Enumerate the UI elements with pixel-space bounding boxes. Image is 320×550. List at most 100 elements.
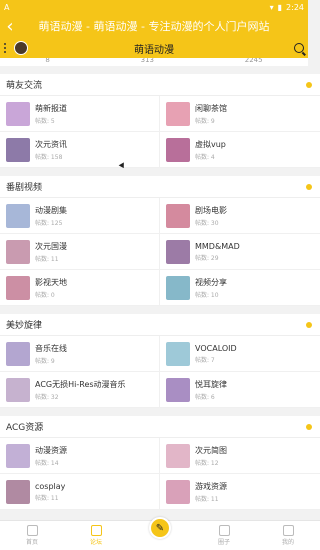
section-header: 美妙旋律 bbox=[0, 314, 320, 336]
forum-item[interactable]: 剧场电影帖数: 30 bbox=[160, 198, 320, 234]
forum-name: 影视天地 bbox=[35, 277, 67, 287]
forum-thumbnail bbox=[166, 137, 190, 162]
forum-item[interactable]: 视频分享帖数: 10 bbox=[160, 270, 320, 306]
forum-count: 帖数: 9 bbox=[35, 357, 55, 365]
section-title: 番剧视频 bbox=[6, 183, 43, 193]
nav-post[interactable]: ✎ bbox=[128, 517, 192, 550]
forum-count: 帖数: 11 bbox=[35, 494, 59, 502]
forum-name: 虚拟vup bbox=[195, 139, 226, 149]
forum-name: 次元国漫 bbox=[35, 241, 67, 251]
forum-name: 次元简图 bbox=[195, 445, 227, 455]
app-header: 萌语动漫 bbox=[0, 38, 308, 58]
forum-count: 帖数: 125 bbox=[35, 219, 63, 227]
forum-name: 闲聊茶馆 bbox=[195, 103, 227, 113]
forum-name: 动漫剧集 bbox=[35, 205, 67, 215]
forum-thumbnail bbox=[6, 101, 30, 126]
forum-item[interactable]: 萌新报道帖数: 5 bbox=[0, 96, 160, 132]
forum-count: 帖数: 5 bbox=[35, 117, 55, 125]
forum-item[interactable]: 次元国漫帖数: 11 bbox=[0, 234, 160, 270]
stat-value: 2245 bbox=[244, 58, 263, 64]
forum-item[interactable]: 闲聊茶馆帖数: 9 bbox=[160, 96, 320, 132]
section-dot-icon bbox=[306, 423, 312, 430]
forum-thumbnail bbox=[6, 239, 30, 264]
nav-forum[interactable]: 论坛 bbox=[64, 521, 128, 550]
forum-count: 帖数: 7 bbox=[195, 356, 215, 364]
nav-label: 圈子 bbox=[217, 539, 230, 546]
forum-list: 萌友交流 萌新报道帖数: 5 闲聊茶馆帖数: 9 次元资讯 帖数: 158 虚拟v… bbox=[0, 66, 320, 520]
stat-value: 8 bbox=[45, 58, 50, 64]
forum-item[interactable]: MMD&MAD 帖数: 29 bbox=[160, 234, 320, 270]
forum-thumbnail bbox=[166, 341, 190, 366]
section-header: 萌友交流 bbox=[0, 74, 320, 96]
forum-item[interactable]: cosplay 帖数: 11 bbox=[0, 474, 160, 510]
section-acg: ACG资源 动漫资源帖数: 14 次元简图 帖数: 12 cosplay 帖数: 1… bbox=[0, 416, 320, 510]
forum-thumbnail bbox=[6, 341, 30, 366]
nav-circle[interactable]: 圈子 bbox=[192, 521, 256, 550]
forum-name: 视频分享 bbox=[195, 277, 227, 287]
status-time: 2:24 bbox=[286, 2, 304, 12]
forum-name: 游戏资源 bbox=[195, 481, 227, 491]
forum-count: 帖数: 32 bbox=[35, 393, 59, 401]
forum-count: 帖数: 11 bbox=[195, 495, 219, 503]
stats-strip: 8 313 2245 bbox=[0, 58, 308, 66]
page-title: 萌语动漫 bbox=[134, 44, 174, 56]
section-title: ACG资源 bbox=[6, 423, 44, 433]
forum-name: cosplay bbox=[35, 481, 66, 491]
status-bar: A ▾ ▮ 2:24 bbox=[0, 0, 308, 14]
forum-name: 动漫资源 bbox=[35, 445, 67, 455]
forum-count: 帖数: 6 bbox=[195, 393, 215, 401]
edit-icon[interactable]: ✎ bbox=[149, 517, 171, 539]
forum-thumbnail bbox=[6, 377, 30, 402]
wifi-icon: ▾ bbox=[269, 2, 274, 12]
window-title: 萌语动漫 - 萌语动漫 - 专注动漫的个人门户网站 bbox=[38, 20, 270, 33]
forum-thumbnail bbox=[166, 275, 190, 300]
status-notification: A bbox=[4, 2, 10, 12]
circle-icon bbox=[218, 525, 230, 536]
section-dot-icon bbox=[306, 81, 312, 88]
forum-thumbnail bbox=[166, 239, 190, 264]
forum-name: 悦耳旋律 bbox=[195, 379, 227, 389]
forum-count: 帖数: 10 bbox=[195, 291, 219, 299]
forum-count: 帖数: 14 bbox=[35, 459, 59, 467]
nav-home[interactable]: 首页 bbox=[0, 521, 64, 550]
forum-item[interactable]: 次元资讯 帖数: 158 bbox=[0, 132, 160, 168]
forum-count: 帖数: 158 bbox=[35, 153, 63, 161]
section-dot-icon bbox=[306, 183, 312, 190]
nav-profile[interactable]: 我的 bbox=[256, 521, 320, 550]
forum-thumbnail bbox=[166, 377, 190, 402]
forum-item[interactable]: 动漫资源帖数: 14 bbox=[0, 438, 160, 474]
section-title: 萌友交流 bbox=[6, 81, 43, 91]
forum-count: 帖数: 11 bbox=[35, 255, 59, 263]
forum-item[interactable]: ACG无损Hi-Res动漫音乐 帖数: 32 bbox=[0, 372, 160, 408]
forum-count: 帖数: 9 bbox=[195, 117, 215, 125]
forum-thumbnail bbox=[166, 479, 190, 504]
forum-thumbnail bbox=[6, 479, 30, 504]
forum-name: MMD&MAD bbox=[195, 241, 240, 251]
search-icon[interactable] bbox=[294, 43, 304, 53]
forum-item[interactable]: 次元简图 帖数: 12 bbox=[160, 438, 320, 474]
forum-item[interactable]: 游戏资源帖数: 11 bbox=[160, 474, 320, 510]
section-header: 番剧视频 bbox=[0, 176, 320, 198]
forum-item[interactable]: 虚拟vup 帖数: 4 bbox=[160, 132, 320, 168]
bottom-nav: 首页 论坛 ✎ 圈子 我的 bbox=[0, 517, 320, 550]
forum-name: 萌新报道 bbox=[35, 103, 67, 113]
user-icon bbox=[282, 525, 294, 536]
nav-label: 我的 bbox=[281, 539, 294, 546]
forum-thumbnail bbox=[166, 101, 190, 126]
forum-count: 帖数: 30 bbox=[195, 219, 219, 227]
forum-thumbnail bbox=[6, 203, 30, 228]
forum-name: VOCALOID bbox=[195, 343, 237, 353]
battery-icon: ▮ bbox=[277, 2, 283, 12]
forum-name: 音乐在线 bbox=[35, 343, 67, 353]
forum-item[interactable]: 动漫剧集帖数: 125 bbox=[0, 198, 160, 234]
forum-item[interactable]: 音乐在线帖数: 9 bbox=[0, 336, 160, 372]
forum-name: 剧场电影 bbox=[195, 205, 227, 215]
back-icon[interactable]: ‹ bbox=[0, 14, 20, 38]
forum-item[interactable]: VOCALOID 帖数: 7 bbox=[160, 336, 320, 372]
stat-value: 313 bbox=[140, 58, 154, 64]
forum-item[interactable]: 影视天地 帖数: 0 bbox=[0, 270, 160, 306]
forum-item[interactable]: 悦耳旋律帖数: 6 bbox=[160, 372, 320, 408]
forum-count: 帖数: 4 bbox=[195, 153, 215, 161]
forum-thumbnail bbox=[166, 203, 190, 228]
forum-count: 帖数: 29 bbox=[195, 254, 219, 262]
